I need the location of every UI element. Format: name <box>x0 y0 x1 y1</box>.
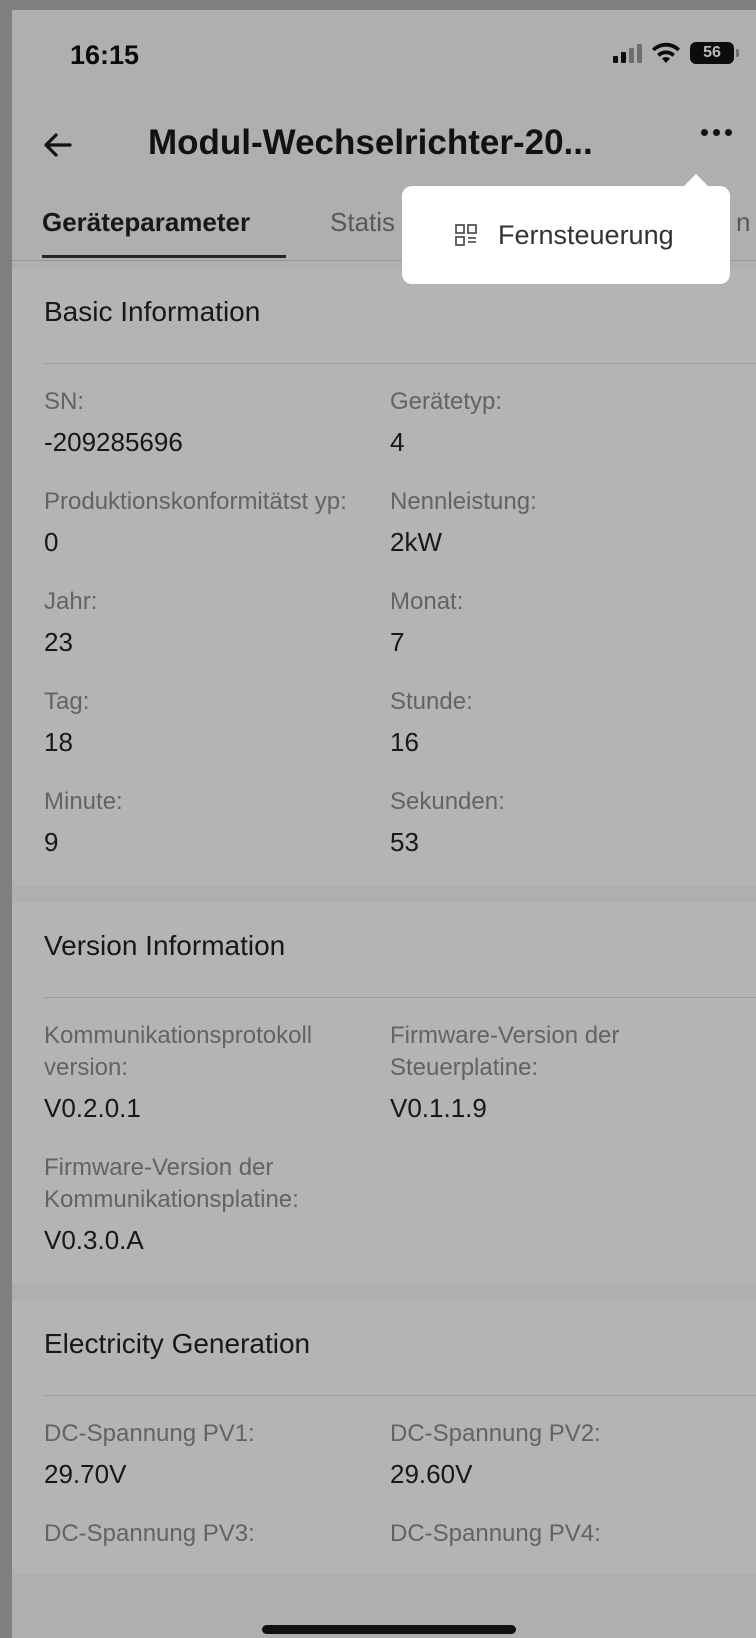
dropdown-menu[interactable]: Fernsteuerung <box>402 174 730 284</box>
app-screen: 16:15 56 Modul-Wechselrichter-20... Gerä… <box>12 10 756 1638</box>
remote-control-icon <box>455 224 477 246</box>
menu-item-fernsteuerung[interactable]: Fernsteuerung <box>498 220 674 251</box>
home-indicator <box>262 1625 516 1634</box>
